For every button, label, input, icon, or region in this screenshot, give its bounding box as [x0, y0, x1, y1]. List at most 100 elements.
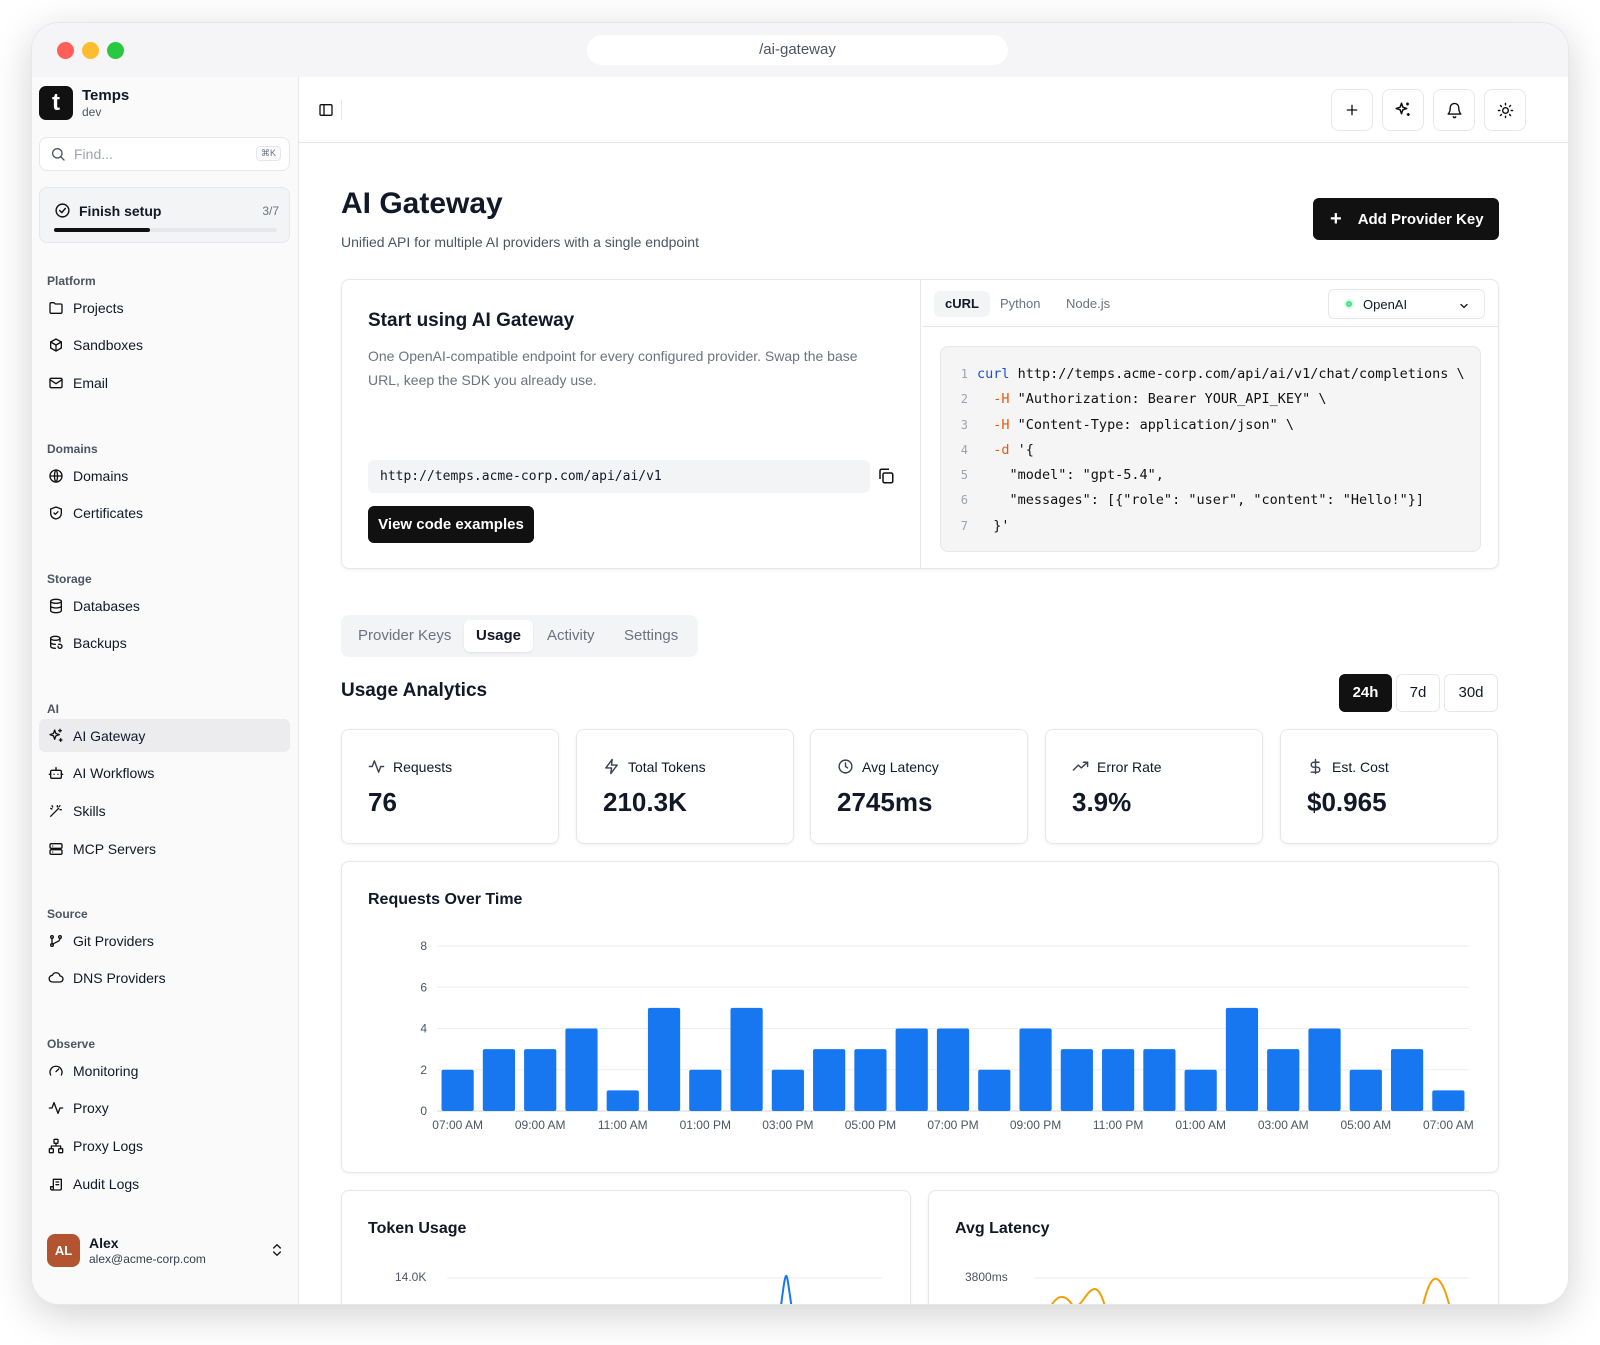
start-using-card: Start using AI Gateway One OpenAI-compat…: [341, 279, 1499, 569]
box-icon: [50, 338, 62, 352]
user-email: alex@acme-corp.com: [89, 1251, 206, 1266]
globe-icon: [49, 468, 63, 483]
setup-progress-fill: [54, 228, 150, 232]
network-icon: [48, 1138, 64, 1154]
sidebar-item-ai-workflows[interactable]: AI Workflows: [39, 757, 290, 790]
requests-bar: [1102, 1049, 1135, 1111]
add-provider-key-button[interactable]: + Add Provider Key: [1313, 198, 1499, 240]
code-tab-python[interactable]: Python: [989, 291, 1051, 317]
notifications-button[interactable]: [1433, 89, 1475, 131]
bot-icon: [48, 767, 64, 780]
sidebar-item-dns-providers[interactable]: DNS Providers: [39, 962, 290, 995]
sidebar-item-ai-gateway[interactable]: AI Gateway: [39, 719, 290, 752]
tab-usage[interactable]: Usage: [464, 620, 534, 652]
code-tab-nodejs[interactable]: Node.js: [1055, 291, 1121, 317]
shield-icon: [50, 506, 62, 520]
sidebar-item-git-providers[interactable]: Git Providers: [39, 924, 290, 957]
section-label-domains: Domains: [47, 442, 98, 456]
tab-settings[interactable]: Settings: [612, 620, 690, 652]
requests-chart: 0 2 4 6 8 07:00 AM 09:00 AM 11:00 AM 01:00 PM 03:…: [420, 939, 1473, 1132]
copy-icon[interactable]: [877, 467, 895, 485]
maximize-window-button[interactable]: [107, 42, 124, 59]
range-24h-button[interactable]: 24h: [1339, 674, 1392, 712]
title-bar: /ai-gateway: [32, 23, 1568, 77]
folder-icon: [49, 301, 63, 314]
tab-activity[interactable]: Activity: [535, 620, 607, 652]
sidebar-item-monitoring[interactable]: Monitoring: [39, 1054, 290, 1087]
avatar: AL: [47, 1233, 80, 1267]
requests-bar: [1184, 1069, 1217, 1111]
check-circle-icon: [55, 203, 70, 218]
requests-over-time-card: Requests Over Time 0 2 4 6 8 07:00 AM 09:00 AM…: [341, 861, 1499, 1173]
y-tick-label: 8: [420, 939, 427, 953]
sidebar-item-audit-logs[interactable]: Audit Logs: [39, 1167, 290, 1200]
sidebar-item-label: Audit Logs: [73, 1175, 140, 1192]
requests-bar: [978, 1069, 1011, 1111]
bell-icon: [1446, 102, 1462, 118]
sidebar-item-proxy[interactable]: Proxy: [39, 1092, 290, 1125]
sidebar-item-label: Domains: [73, 467, 129, 484]
search-input[interactable]: Find... ⌘K: [39, 137, 290, 171]
code-line: 7 }': [941, 514, 1480, 539]
avg-latency-card: Avg Latency 3800ms: [928, 1190, 1499, 1304]
user-menu[interactable]: AL Alex alex@acme-corp.com: [47, 1230, 285, 1270]
requests-bar: [524, 1049, 557, 1111]
sidebar-item-domains[interactable]: Domains: [39, 459, 290, 492]
code-line: 4 -d '{: [941, 438, 1480, 463]
provider-select[interactable]: OpenAI: [1328, 289, 1485, 319]
start-card-description: One OpenAI-compatible endpoint for every…: [368, 348, 858, 388]
sidebar-item-email[interactable]: Email: [39, 366, 290, 399]
x-tick-label: 09:00 AM: [515, 1118, 566, 1132]
add-button[interactable]: [1331, 89, 1373, 131]
database-icon: [50, 598, 62, 613]
line-number: 6: [960, 493, 968, 508]
address-bar[interactable]: /ai-gateway: [587, 35, 1008, 65]
sidebar-item-label: Certificates: [73, 505, 144, 522]
close-window-button[interactable]: [57, 42, 74, 59]
code-line: 5 "model": "gpt-5.4",: [941, 463, 1480, 488]
stat-label: Avg Latency: [862, 758, 939, 775]
stat-card-est-cost: Est. Cost $0.965: [1280, 729, 1498, 844]
theme-toggle-button[interactable]: [1484, 89, 1526, 131]
sidebar-item-certificates[interactable]: Certificates: [39, 497, 290, 530]
page-title: AI Gateway: [341, 187, 503, 220]
sidebar-item-mcp-servers[interactable]: MCP Servers: [39, 832, 290, 865]
sidebar-item-databases[interactable]: Databases: [39, 589, 290, 622]
x-tick-label: 07:00 PM: [927, 1118, 978, 1132]
code-tab-curl[interactable]: cURL: [934, 291, 990, 317]
chevrons-up-down-icon: [273, 1244, 281, 1256]
requests-bar: [441, 1069, 474, 1111]
ai-assistant-button[interactable]: [1382, 89, 1424, 131]
sidebar-toggle-icon[interactable]: [318, 102, 334, 118]
sidebar-item-label: Backups: [73, 635, 127, 652]
tab-provider-keys[interactable]: Provider Keys: [346, 620, 463, 652]
activity-icon: [368, 760, 385, 773]
requests-bar: [606, 1090, 639, 1111]
sidebar-item-backups[interactable]: Backups: [39, 627, 290, 660]
requests-bar: [771, 1069, 804, 1111]
sidebar-item-skills[interactable]: Skills: [39, 794, 290, 827]
y-tick-label: 4: [420, 1022, 427, 1036]
sidebar-item-label: MCP Servers: [73, 840, 156, 857]
workspace-switcher[interactable]: t Temps dev: [39, 86, 129, 120]
view-code-examples-button[interactable]: View code examples: [368, 506, 534, 543]
cloud-icon: [48, 972, 64, 983]
finish-setup-card[interactable]: Finish setup 3/7: [39, 187, 290, 243]
endpoint-url[interactable]: http://temps.acme-corp.com/api/ai/v1: [368, 460, 870, 493]
requests-bar: [647, 1007, 681, 1111]
range-7d-button[interactable]: 7d: [1396, 674, 1440, 712]
zap-icon: [605, 758, 618, 775]
search-shortcut: ⌘K: [255, 146, 281, 161]
sidebar-item-label: Projects: [73, 299, 124, 316]
sidebar-item-proxy-logs[interactable]: Proxy Logs: [39, 1129, 290, 1162]
brand-env: dev: [82, 105, 102, 119]
requests-bar: [1432, 1090, 1465, 1111]
sidebar-item-projects[interactable]: Projects: [39, 291, 290, 324]
range-30d-button[interactable]: 30d: [1444, 674, 1498, 712]
browser-window: /ai-gateway t Temps dev Find... ⌘K Finis…: [31, 22, 1569, 1305]
minimize-window-button[interactable]: [82, 42, 99, 59]
code-block[interactable]: 1 curl http://temps.acme-corp.com/api/ai/…: [940, 346, 1481, 552]
sidebar-item-label: Databases: [73, 597, 140, 614]
sidebar-item-sandboxes[interactable]: Sandboxes: [39, 329, 290, 362]
gateway-tabs: Provider Keys Usage Activity Settings: [341, 615, 698, 657]
